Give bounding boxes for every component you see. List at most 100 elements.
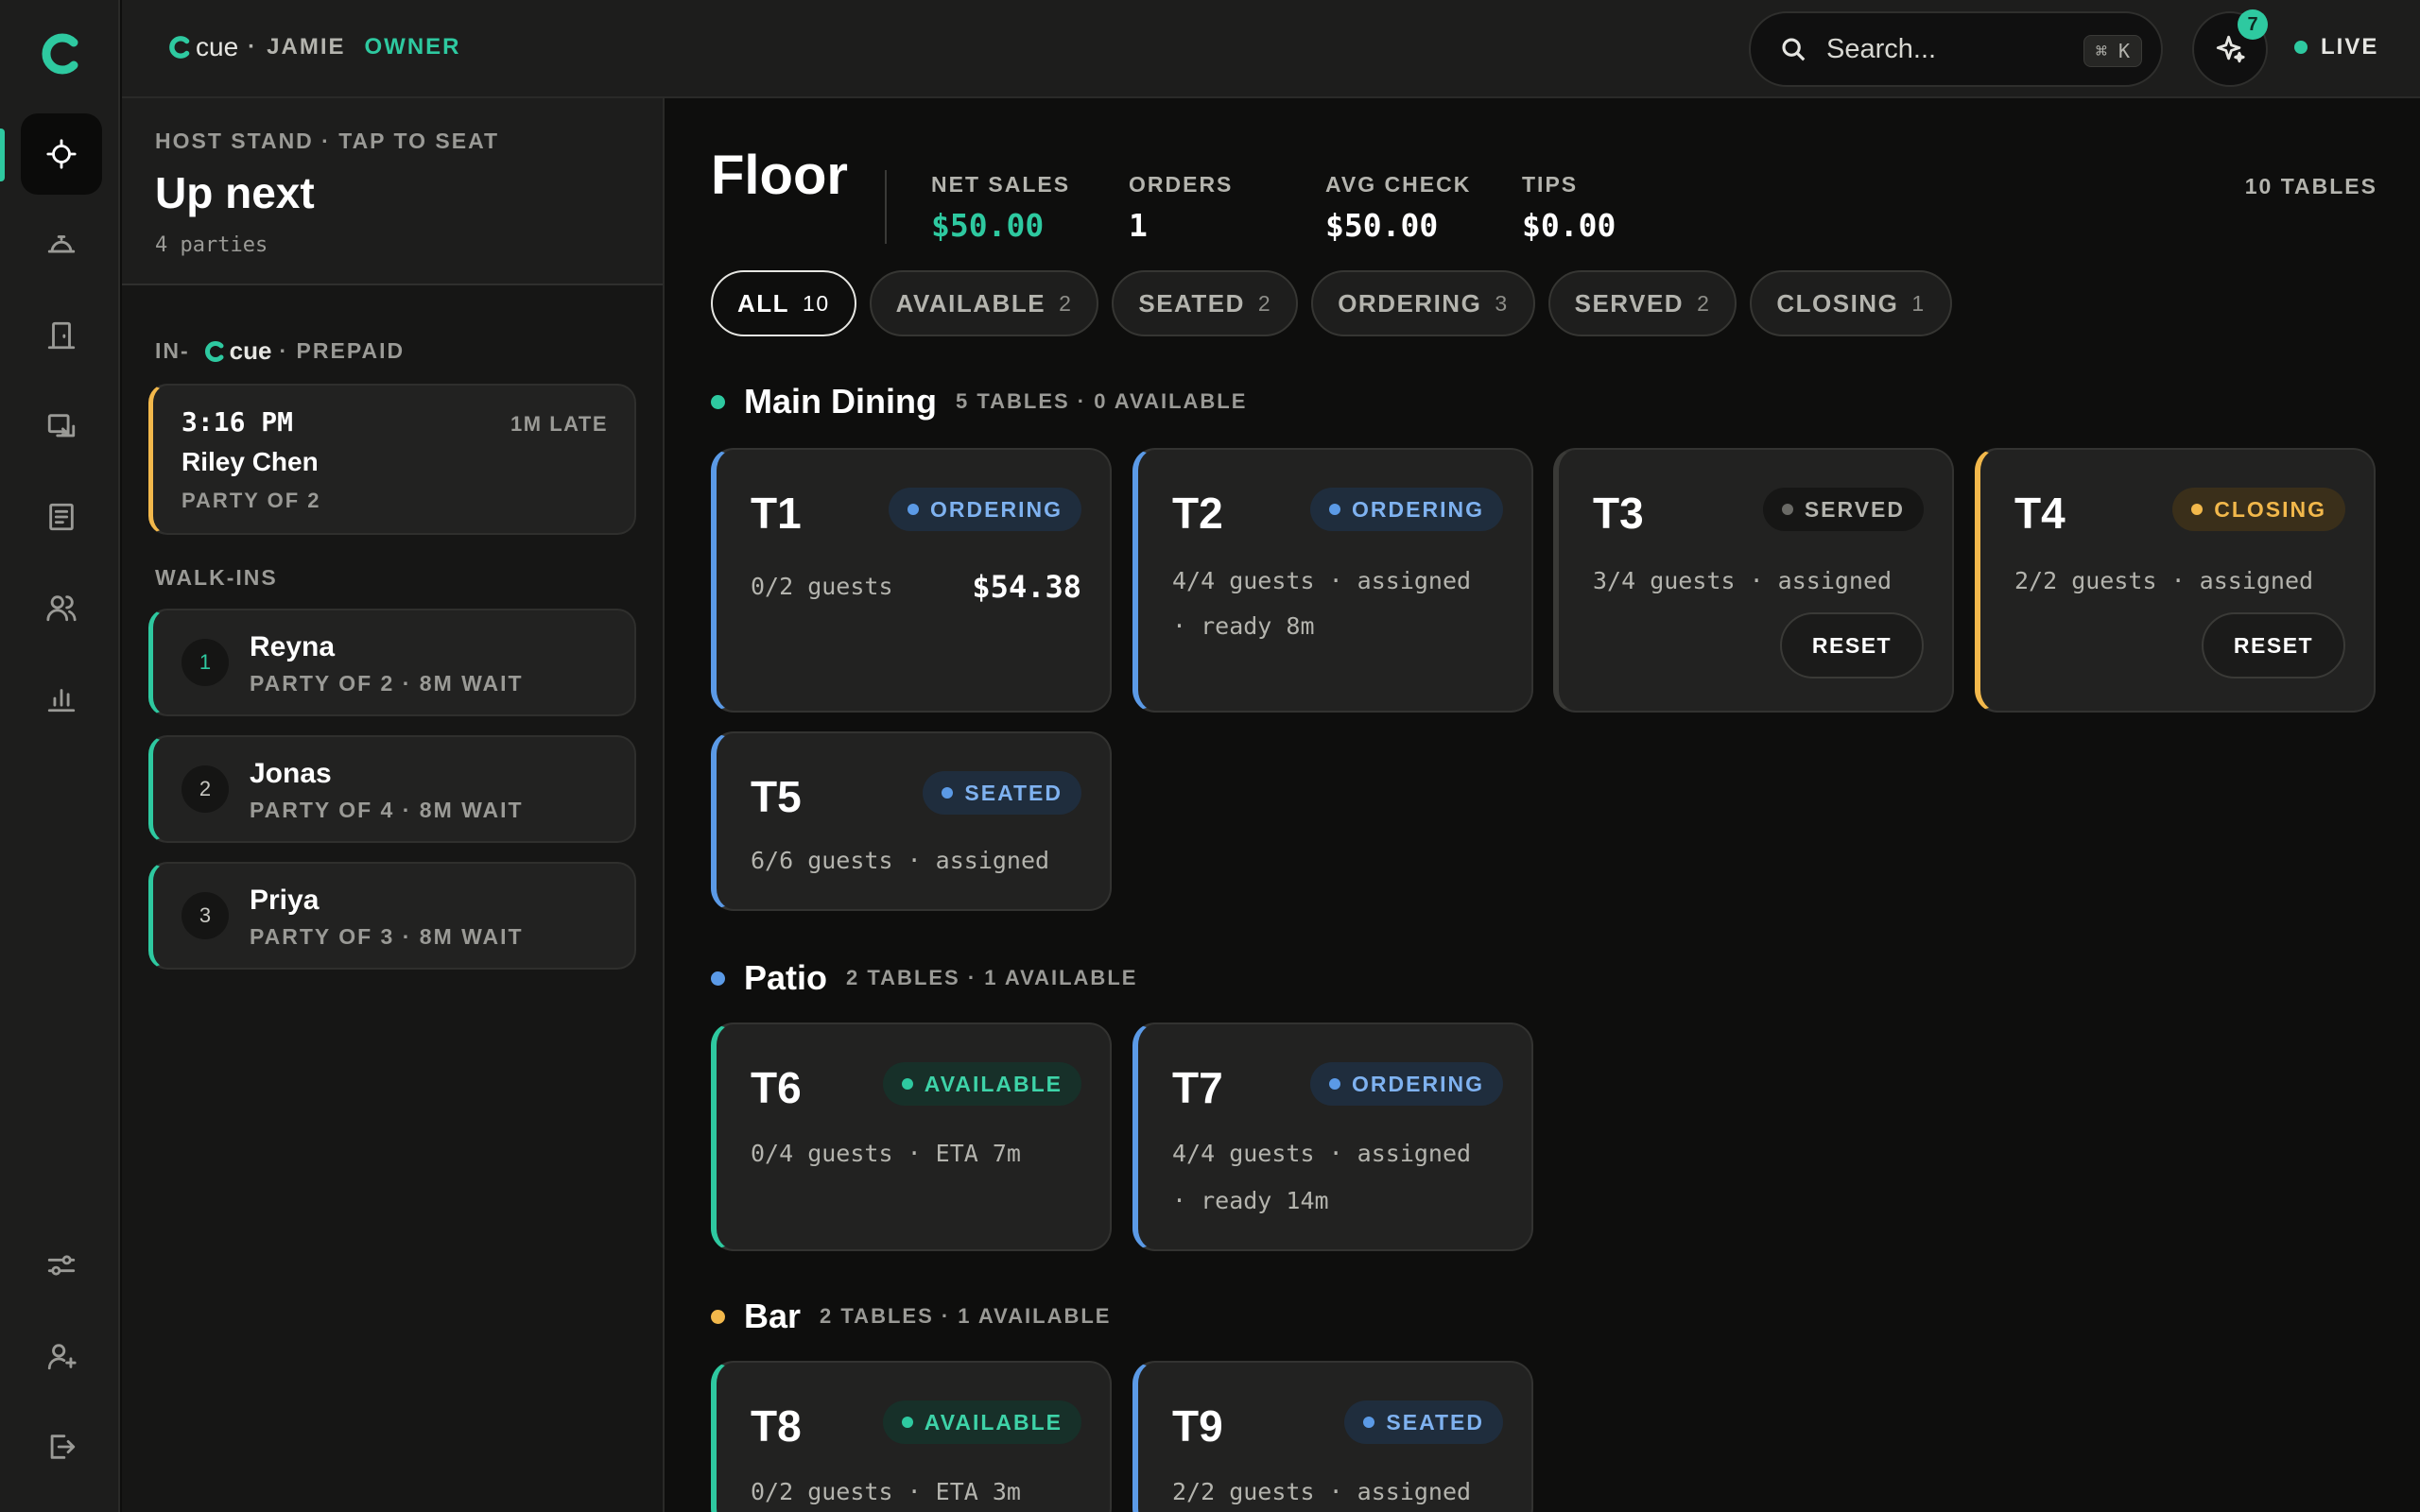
- nav-settings-button[interactable]: [21, 1225, 102, 1306]
- table-id: T4: [2014, 489, 2066, 538]
- table-guests: 2/2 guests · assigned: [2014, 567, 2314, 594]
- filter-label: CLOSING: [1776, 288, 1899, 318]
- filter-label: ORDERING: [1338, 288, 1482, 318]
- zone-meta: 2 TABLES · 1 AVAILABLE: [846, 966, 1138, 989]
- host-stand-subtitle: 4 parties: [155, 233, 268, 257]
- stat-value: $50.00: [931, 207, 1045, 244]
- walkin-meta: PARTY OF 4 · 8M WAIT: [250, 798, 524, 822]
- reservation-late-badge: 1M LATE: [510, 412, 608, 436]
- filter-chip-served[interactable]: SERVED 2: [1547, 270, 1737, 336]
- table-card-t1[interactable]: T1 ORDERING 0/2 guests $54.38: [711, 448, 1112, 713]
- nav-kitchen-button[interactable]: [21, 204, 102, 285]
- crosshair-icon: [46, 139, 77, 169]
- nav-staff-button[interactable]: [21, 1315, 102, 1397]
- walkin-card[interactable]: 1 Reyna PARTY OF 2 · 8M WAIT: [148, 609, 636, 716]
- table-ready-time: · ready 14m: [1172, 1187, 1329, 1214]
- table-card-t7[interactable]: T7 ORDERING 4/4 guests · assigned · read…: [1132, 1022, 1533, 1251]
- walkin-name: Jonas: [250, 758, 332, 789]
- sparkle-icon: [2216, 35, 2245, 63]
- live-dot: [2294, 41, 2308, 54]
- status-badge: AVAILABLE: [882, 1400, 1081, 1444]
- filter-count: 1: [1911, 290, 1926, 316]
- table-ready-time: · ready 8m: [1172, 612, 1315, 640]
- stat-tips: TIPS $0.00: [1522, 172, 1616, 244]
- nav-orders-button[interactable]: [21, 476, 102, 558]
- reset-button[interactable]: RESET: [1780, 612, 1924, 679]
- filter-label: ALL: [737, 288, 790, 318]
- tables-count: 10 TABLES: [2244, 174, 2377, 198]
- walkin-card[interactable]: 2 Jonas PARTY OF 4 · 8M WAIT: [148, 735, 636, 843]
- zone-meta: 2 TABLES · 1 AVAILABLE: [820, 1304, 1112, 1328]
- zone-dot: [711, 1309, 725, 1324]
- status-badge: SEATED: [923, 771, 1081, 815]
- status-badge: ORDERING: [889, 488, 1081, 531]
- nav-entrance-button[interactable]: [21, 295, 102, 376]
- nav-display-button[interactable]: [21, 386, 102, 467]
- walkin-card[interactable]: 3 Priya PARTY OF 3 · 8M WAIT: [148, 862, 636, 970]
- brand-name: cue: [196, 32, 239, 61]
- prepaid-label-prefix: IN-: [155, 338, 190, 363]
- filter-chip-closing[interactable]: CLOSING 1: [1750, 270, 1952, 336]
- nav-reports-button[interactable]: [21, 658, 102, 739]
- user-role: OWNER: [364, 34, 461, 60]
- brand-header: cue · JAMIE OWNER: [167, 32, 461, 62]
- table-id: T3: [1593, 489, 1644, 538]
- filter-count: 10: [803, 290, 830, 316]
- prepaid-label-suffix: · PREPAID: [279, 338, 406, 363]
- table-guests: 6/6 guests · assigned: [751, 847, 1050, 874]
- table-card-t9[interactable]: T9 SEATED 2/2 guests · assigned: [1132, 1361, 1533, 1512]
- table-id: T6: [751, 1063, 802, 1112]
- reset-button[interactable]: RESET: [2202, 612, 2345, 679]
- table-id: T7: [1172, 1063, 1223, 1112]
- table-card-t6[interactable]: T6 AVAILABLE 0/4 guests · ETA 7m: [711, 1022, 1112, 1251]
- nav-rail: [0, 0, 120, 1512]
- status-badge: ORDERING: [1310, 488, 1503, 531]
- title-divider: [885, 170, 887, 244]
- users-icon: [46, 595, 77, 622]
- table-id: T1: [751, 489, 802, 538]
- filter-chip-seated[interactable]: SEATED 2: [1112, 270, 1299, 336]
- prepaid-brand: cue: [229, 336, 272, 365]
- nav-logout-button[interactable]: [21, 1406, 102, 1487]
- stat-value: $0.00: [1522, 207, 1616, 244]
- status-badge: AVAILABLE: [882, 1062, 1081, 1106]
- walkin-name: Priya: [250, 885, 320, 916]
- table-card-t2[interactable]: T2 ORDERING 4/4 guests · assigned · read…: [1132, 448, 1533, 713]
- host-stand-header: HOST STAND · TAP TO SEAT Up next 4 parti…: [122, 98, 663, 285]
- table-id: T2: [1172, 489, 1223, 538]
- logout-icon: [50, 1435, 76, 1459]
- zone-header-bar: Bar 2 TABLES · 1 AVAILABLE: [711, 1297, 1111, 1336]
- table-card-t8[interactable]: T8 AVAILABLE 0/2 guests · ETA 3m: [711, 1361, 1112, 1512]
- filter-count: 2: [1257, 290, 1272, 316]
- filter-chip-ordering[interactable]: ORDERING 3: [1311, 270, 1535, 336]
- active-nav-indicator: [0, 129, 5, 181]
- cue-logo-icon[interactable]: [38, 31, 83, 77]
- reservation-card[interactable]: 3:16 PM 1M LATE Riley Chen PARTY OF 2: [148, 384, 636, 535]
- zone-header-patio: Patio 2 TABLES · 1 AVAILABLE: [711, 958, 1137, 998]
- table-card-t5[interactable]: T5 SEATED 6/6 guests · assigned: [711, 731, 1112, 911]
- walkins-section-label: WALK-INS: [155, 565, 278, 590]
- nav-floor-button[interactable]: [21, 113, 102, 195]
- table-card-t4[interactable]: T4 CLOSING 2/2 guests · assigned RESET: [1975, 448, 2376, 713]
- status-badge: CLOSING: [2172, 488, 2345, 531]
- table-guests: 2/2 guests · assigned: [1172, 1478, 1472, 1505]
- brand-separator: ·: [248, 34, 258, 60]
- bar-chart-icon: [47, 689, 76, 713]
- table-card-t3[interactable]: T3 SERVED 3/4 guests · assigned RESET: [1553, 448, 1954, 713]
- table-id: T8: [751, 1401, 802, 1451]
- search-placeholder: Search...: [1826, 33, 1937, 64]
- sliders-icon: [47, 1255, 76, 1276]
- filter-chip-all[interactable]: ALL 10: [711, 270, 856, 336]
- table-guests: 0/2 guests · ETA 3m: [751, 1478, 1021, 1505]
- zone-name: Bar: [744, 1297, 802, 1335]
- walkin-meta: PARTY OF 3 · 8M WAIT: [250, 924, 524, 949]
- zone-header-main-dining: Main Dining 5 TABLES · 0 AVAILABLE: [711, 382, 1247, 421]
- search-input[interactable]: Search... ⌘ K: [1749, 11, 2163, 87]
- nav-guests-button[interactable]: [21, 567, 102, 648]
- status-filter-bar: ALL 10 AVAILABLE 2 SEATED 2 ORDERING 3 S…: [711, 270, 1952, 336]
- stat-label: AVG CHECK: [1325, 172, 1472, 197]
- user-name: JAMIE: [267, 34, 346, 60]
- filter-chip-available[interactable]: AVAILABLE 2: [869, 270, 1099, 336]
- zone-name: Main Dining: [744, 382, 937, 421]
- table-guests: 0/2 guests: [751, 573, 893, 600]
